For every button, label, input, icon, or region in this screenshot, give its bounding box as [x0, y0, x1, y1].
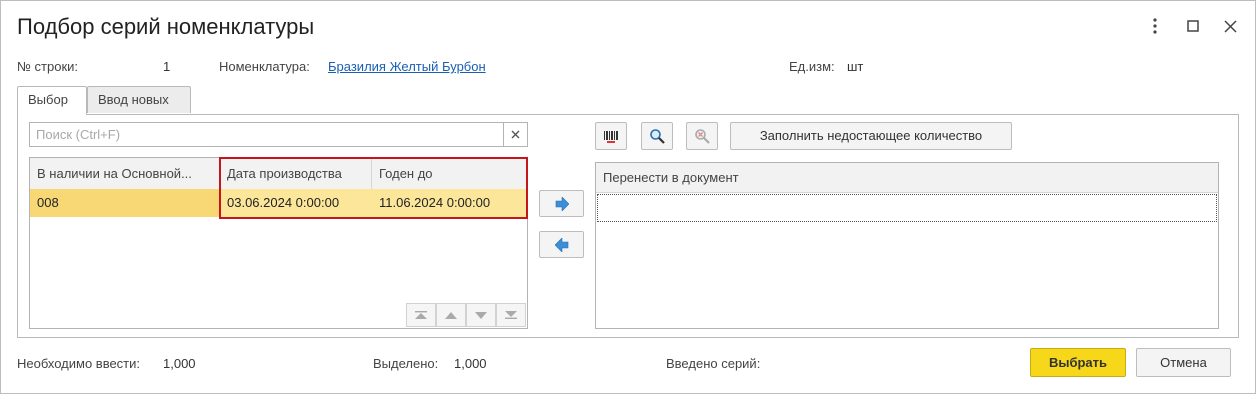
tab-new-entry[interactable]: Ввод новых [87, 86, 191, 113]
required-value: 1,000 [163, 356, 196, 371]
maximize-icon[interactable] [1182, 15, 1204, 37]
clear-search-button[interactable] [503, 122, 528, 147]
select-button[interactable]: Выбрать [1030, 348, 1126, 377]
table-row[interactable] [597, 194, 1217, 222]
window-title: Подбор серий номенклатуры [17, 14, 315, 39]
selected-label: Выделено: [373, 356, 439, 371]
production-date-cell[interactable]: 03.06.2024 0:00:00 [220, 189, 372, 217]
table-header: В наличии на Основной... Дата производст… [30, 158, 527, 190]
scroll-first-button[interactable] [406, 303, 436, 327]
item-label: Номенклатура: [219, 59, 310, 74]
series-cell[interactable]: 008 [30, 189, 220, 217]
close-icon[interactable] [1219, 15, 1241, 37]
table-navigation [406, 303, 527, 328]
table-row[interactable]: 008 03.06.2024 0:00:00 11.06.2024 0:00:0… [30, 189, 527, 217]
arrow-right-icon [555, 196, 569, 211]
move-left-button[interactable] [539, 231, 584, 258]
tab-selection[interactable]: Выбор [17, 86, 87, 115]
chevron-down-icon [475, 311, 487, 319]
first-icon [415, 311, 427, 319]
column-header-expiry-date[interactable]: Годен до [372, 158, 527, 189]
scan-barcode-button[interactable] [595, 122, 627, 150]
column-header-available[interactable]: В наличии на Основной... [30, 158, 220, 189]
item-link[interactable]: Бразилия Желтый Бурбон [328, 59, 486, 74]
arrow-left-icon [554, 237, 568, 252]
unit-label: Ед.изм: [789, 59, 835, 74]
scroll-last-button[interactable] [496, 303, 526, 327]
move-right-button[interactable] [539, 190, 584, 217]
cancel-search-icon [695, 129, 710, 144]
column-header-transfer[interactable]: Перенести в документ [596, 163, 1218, 193]
chevron-up-icon [445, 311, 457, 319]
barcode-icon [604, 131, 618, 143]
entered-series-label: Введено серий: [666, 356, 761, 371]
fill-missing-quantity-button[interactable]: Заполнить недостающее количество [730, 122, 1012, 150]
cancel-search-button[interactable] [686, 122, 718, 150]
unit-value: шт [847, 59, 864, 74]
search-zoom-icon [650, 129, 665, 144]
cancel-button[interactable]: Отмена [1136, 348, 1231, 377]
selected-value: 1,000 [454, 356, 487, 371]
transfer-table[interactable]: Перенести в документ [595, 162, 1219, 329]
search-button[interactable] [641, 122, 673, 150]
dialog-window: Подбор серий номенклатуры № строки: 1 Но… [0, 0, 1256, 394]
column-header-production-date[interactable]: Дата производства [220, 158, 372, 189]
search-input[interactable] [29, 122, 504, 147]
row-number-value: 1 [163, 59, 171, 74]
scroll-up-button[interactable] [436, 303, 466, 327]
more-vertical-icon[interactable] [1144, 15, 1166, 37]
close-icon [511, 130, 520, 139]
scroll-down-button[interactable] [466, 303, 496, 327]
row-number-label: № строки: [17, 59, 79, 74]
required-label: Необходимо ввести: [17, 356, 141, 371]
last-icon [505, 311, 517, 319]
expiry-date-cell[interactable]: 11.06.2024 0:00:00 [372, 189, 527, 217]
